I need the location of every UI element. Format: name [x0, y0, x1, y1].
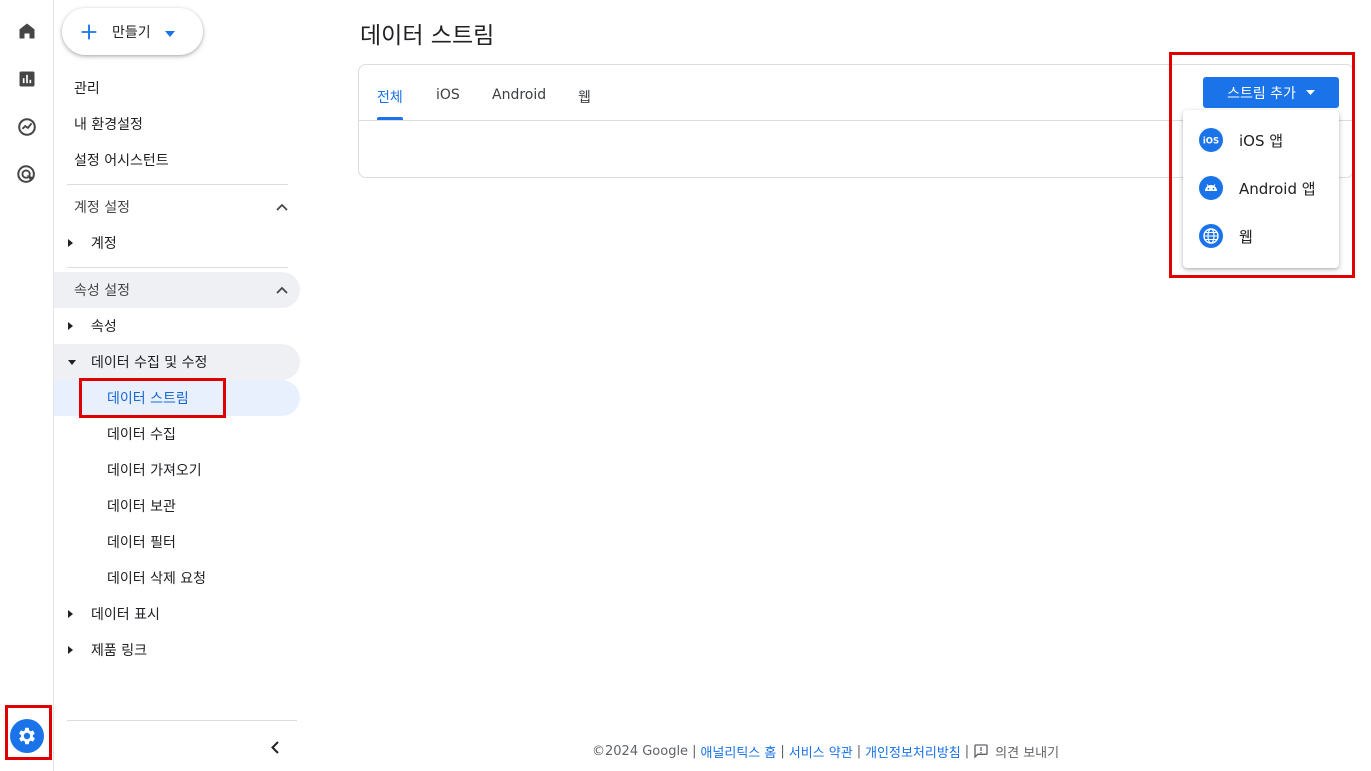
- feedback-label: 의견 보내기: [995, 745, 1060, 761]
- footer-separator: |: [692, 743, 697, 759]
- gear-icon: [16, 725, 38, 747]
- nav-item-data-collection[interactable]: 데이터 수집: [54, 416, 300, 452]
- section-account-settings[interactable]: 계정 설정: [54, 189, 300, 225]
- nav-item-data-deletion-requests[interactable]: 데이터 삭제 요청: [54, 560, 300, 596]
- caret-down-icon: [1305, 90, 1315, 95]
- expand-arrow-icon: [68, 239, 76, 247]
- nav-item-admin[interactable]: 관리: [54, 70, 300, 106]
- nav-item-label: 데이터 가져오기: [107, 463, 202, 479]
- reports-icon[interactable]: [14, 66, 40, 92]
- footer-separator: |: [856, 743, 862, 759]
- send-feedback-link[interactable]: 의견 보내기: [973, 742, 1059, 761]
- chevron-up-icon: [276, 282, 288, 298]
- nav-item-label: 데이터 스트림: [107, 391, 189, 407]
- footer: ©2024 Google | 애널리틱스 홈 | 서비스 약관 | 개인정보처리…: [592, 742, 1059, 761]
- menu-item-label: iOS 앱: [1239, 131, 1284, 150]
- nav-item-data-import[interactable]: 데이터 가져오기: [54, 452, 300, 488]
- ios-icon: iOS: [1199, 128, 1223, 152]
- add-stream-button-label: 스트림 추가: [1227, 85, 1296, 102]
- nav-item-label: 데이터 수집: [107, 427, 176, 443]
- nav-item-data-retention[interactable]: 데이터 보관: [54, 488, 300, 524]
- nav-item-my-preferences[interactable]: 내 환경설정: [54, 106, 300, 142]
- advertising-icon[interactable]: [14, 162, 40, 188]
- admin-settings-button[interactable]: [10, 719, 44, 753]
- chevron-left-icon: [271, 740, 279, 754]
- active-tab-indicator: [377, 117, 403, 120]
- create-button[interactable]: 만들기: [62, 8, 203, 55]
- nav-item-label: 데이터 표시: [91, 607, 160, 623]
- menu-item-label: 웹: [1239, 227, 1253, 246]
- nav-divider: [67, 720, 297, 721]
- nav-divider: [67, 184, 288, 185]
- nav-item-product-links[interactable]: 제품 링크: [54, 632, 300, 668]
- collapse-arrow-icon: [68, 359, 76, 365]
- copyright-text: ©2024 Google: [592, 743, 689, 759]
- feedback-icon: [973, 743, 995, 759]
- home-icon[interactable]: [14, 18, 40, 44]
- nav-divider: [67, 267, 288, 268]
- menu-item-label: Android 앱: [1239, 179, 1316, 198]
- section-label: 계정 설정: [74, 200, 130, 216]
- tab-all[interactable]: 전체: [377, 87, 403, 107]
- footer-separator: |: [780, 743, 785, 759]
- section-label: 속성 설정: [74, 283, 130, 299]
- nav-item-label: 속성: [91, 319, 117, 335]
- collapse-nav-button[interactable]: [264, 736, 286, 758]
- create-button-label: 만들기: [112, 24, 151, 41]
- nav-item-label: 데이터 삭제 요청: [107, 571, 207, 587]
- tab-web[interactable]: 웹: [578, 87, 591, 107]
- nav-item-label: 설정 어시스턴트: [74, 153, 169, 169]
- nav-item-data-streams[interactable]: 데이터 스트림: [54, 380, 300, 416]
- nav-item-label: 데이터 필터: [107, 535, 176, 551]
- menu-item-web[interactable]: 웹: [1183, 212, 1339, 260]
- chevron-up-icon: [276, 199, 288, 215]
- expand-arrow-icon: [68, 610, 76, 618]
- nav-item-data-filters[interactable]: 데이터 필터: [54, 524, 300, 560]
- section-property-settings[interactable]: 속성 설정: [54, 272, 300, 308]
- nav-item-label: 계정: [91, 236, 117, 252]
- explore-icon[interactable]: [14, 114, 40, 140]
- footer-link-terms[interactable]: 서비스 약관: [789, 742, 853, 761]
- expand-arrow-icon: [68, 322, 76, 330]
- nav-item-label: 데이터 수집 및 수정: [91, 355, 208, 371]
- footer-link-privacy[interactable]: 개인정보처리방침: [865, 742, 961, 761]
- nav-item-label: 관리: [74, 81, 100, 97]
- android-icon: [1199, 176, 1223, 200]
- left-rail: [0, 0, 54, 771]
- nav-item-property[interactable]: 속성: [54, 308, 300, 344]
- page-title: 데이터 스트림: [360, 23, 495, 49]
- footer-link-analytics-home[interactable]: 애널리틱스 홈: [700, 742, 776, 761]
- plus-icon: [78, 21, 100, 43]
- nav-item-label: 내 환경설정: [74, 117, 143, 133]
- globe-icon: [1199, 224, 1223, 248]
- nav-item-setup-assistant[interactable]: 설정 어시스턴트: [54, 142, 300, 178]
- expand-arrow-icon: [68, 646, 76, 654]
- menu-item-ios-app[interactable]: iOS iOS 앱: [1183, 116, 1339, 164]
- menu-item-android-app[interactable]: Android 앱: [1183, 164, 1339, 212]
- caret-down-icon: [164, 22, 175, 41]
- nav-item-label: 데이터 보관: [107, 499, 176, 515]
- nav-item-label: 제품 링크: [91, 643, 147, 659]
- add-stream-button[interactable]: 스트림 추가: [1203, 77, 1339, 108]
- nav-item-account[interactable]: 계정: [54, 225, 300, 261]
- add-stream-menu: iOS iOS 앱 Android 앱 웹: [1183, 110, 1339, 268]
- nav-item-data-display[interactable]: 데이터 표시: [54, 596, 300, 632]
- nav-item-data-collection-and-modification[interactable]: 데이터 수집 및 수정: [54, 344, 300, 380]
- tab-ios[interactable]: iOS: [436, 87, 460, 103]
- footer-separator: |: [964, 743, 970, 759]
- svg-text:iOS: iOS: [1203, 137, 1219, 147]
- tab-android[interactable]: Android: [492, 87, 546, 103]
